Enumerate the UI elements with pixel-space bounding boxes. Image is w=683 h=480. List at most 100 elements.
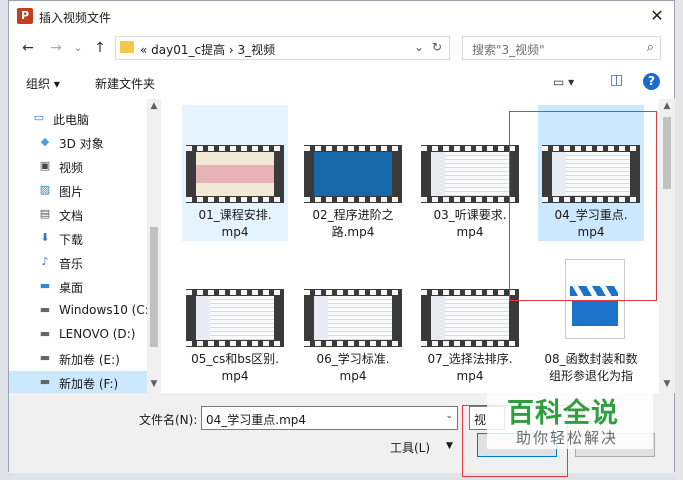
video-thumbnail <box>304 289 402 347</box>
file-item[interactable]: 01_课程安排. mp4 <box>182 105 288 241</box>
sidebar-scroll-thumb[interactable] <box>150 227 158 347</box>
files-scroll-down-arrow[interactable]: ▼ <box>660 379 674 389</box>
back-button[interactable]: ← <box>19 39 37 57</box>
sidebar-item[interactable]: ⬇ 下载 <box>9 227 147 250</box>
sidebar-item[interactable]: ▬ Windows10 (C: <box>9 299 149 322</box>
sidebar-item-label: 视频 <box>59 161 84 175</box>
watermark-logo-text: 百科全说 <box>507 398 619 429</box>
sidebar-item[interactable]: ▣ 视频 <box>9 155 147 178</box>
file-name: 02_程序进阶之 路.mp4 <box>302 207 404 241</box>
file-name-line: 01_课程安排. <box>198 208 272 222</box>
folder-icon <box>120 41 134 53</box>
files-scroll-thumb[interactable] <box>663 117 671 189</box>
file-item[interactable]: 03_听课要求. mp4 <box>417 105 523 241</box>
file-name: 05_cs和bs区别. mp4 <box>184 351 286 385</box>
recent-locations-button[interactable]: ⌄ <box>69 39 87 57</box>
search-input[interactable]: 搜索"3_视频" ⌕ <box>462 36 661 60</box>
file-name-line: 06_学习标准. <box>316 352 390 366</box>
file-name-line: 组形参退化为指 <box>548 369 633 383</box>
scroll-up-arrow[interactable]: ▲ <box>147 101 161 111</box>
drive-icon: ▬ <box>39 303 51 316</box>
forward-button[interactable]: → <box>47 39 65 57</box>
tools-button[interactable]: 工具(L) <box>390 439 430 456</box>
sidebar-item-label: 下载 <box>59 233 84 247</box>
chevron-down-icon[interactable]: ⌄ <box>445 411 453 421</box>
sidebar-item-label: LENOVO (D:) <box>59 327 136 341</box>
drive-icon: ▬ <box>39 375 51 388</box>
watermark: 百科全说 助你轻松解决 <box>487 385 653 449</box>
sidebar-item[interactable]: ▤ 文档 <box>9 203 147 226</box>
file-name-line: 08_函数封装和数 <box>544 352 638 366</box>
file-name: 08_函数封装和数 组形参退化为指 <box>540 351 642 385</box>
sidebar-item-label: 新加卷 (F:) <box>59 377 119 391</box>
video-thumbnail <box>421 289 519 347</box>
sidebar-item[interactable]: ▬ 新加卷 (F:) <box>9 371 147 393</box>
organize-button[interactable]: 组织 ▾ <box>26 75 60 92</box>
pc-icon: ▭ <box>33 111 45 124</box>
file-item[interactable]: 05_cs和bs区别. mp4 <box>182 249 288 385</box>
annotation-highlight-box <box>509 111 657 301</box>
sidebar-item[interactable]: ▬ 新加卷 (E:) <box>9 347 147 370</box>
sidebar-item-label: Windows10 (C: <box>59 303 149 317</box>
dialog-title: 插入视频文件 <box>39 11 112 25</box>
file-name-line: 路.mp4 <box>331 225 375 239</box>
sidebar-item[interactable]: ▨ 图片 <box>9 179 147 202</box>
address-dropdown-icon[interactable]: ⌄ <box>414 40 424 54</box>
file-list-scrollbar[interactable]: ▲ ▼ <box>659 99 675 393</box>
video-thumbnail <box>421 145 519 203</box>
powerpoint-icon: P <box>17 8 33 24</box>
refresh-icon[interactable]: ↻ <box>432 40 442 54</box>
file-name-line: 07_选择法排序. <box>427 352 513 366</box>
film-icon: ▣ <box>39 159 51 172</box>
file-name-line: mp4 <box>339 369 367 383</box>
sidebar-item[interactable]: ◆ 3D 对象 <box>9 131 147 154</box>
file-item[interactable]: 07_选择法排序. mp4 <box>417 249 523 385</box>
filename-value: 04_学习重点.mp4 <box>206 413 307 427</box>
music-icon: ♪ <box>41 255 49 268</box>
search-icon[interactable]: ⌕ <box>647 40 654 55</box>
sidebar-item[interactable]: ▭ 此电脑 <box>9 107 147 130</box>
navigation-pane: ▭ 此电脑 ◆ 3D 对象 ▣ 视频 ▨ 图片 ▤ 文档 ⬇ 下载 ♪ 音乐 ▬ 桌面 ▬ Windows10 (… <box>9 99 161 393</box>
scroll-down-arrow[interactable]: ▼ <box>147 379 161 389</box>
navigation-bar: ← → ⌄ ↑ « day01_c提高 › 3_视频 ⌄ ↻ 搜索"3_视频" … <box>9 31 674 65</box>
sidebar-item-label: 此电脑 <box>53 113 90 127</box>
files-scroll-up-arrow[interactable]: ▲ <box>660 101 674 111</box>
preview-pane-icon[interactable]: ◫ <box>610 72 623 88</box>
tools-dropdown-icon[interactable]: ▼ <box>446 441 453 451</box>
file-name-line: 02_程序进阶之 <box>312 208 394 222</box>
file-name: 07_选择法排序. mp4 <box>419 351 521 385</box>
close-button[interactable]: ✕ <box>640 1 674 31</box>
address-bar[interactable]: « day01_c提高 › 3_视频 ⌄ ↻ <box>115 36 450 60</box>
video-thumbnail <box>186 145 284 203</box>
drive-icon: ▬ <box>39 327 51 340</box>
up-button[interactable]: ↑ <box>91 39 109 57</box>
file-name-line: mp4 <box>221 369 249 383</box>
change-view-icon[interactable]: ▭ ▾ <box>553 75 574 89</box>
sidebar-item-label: 音乐 <box>59 257 84 271</box>
file-name-line: mp4 <box>221 225 249 239</box>
file-name-line: 05_cs和bs区别. <box>191 352 279 366</box>
search-placeholder: 搜索"3_视频" <box>472 43 545 57</box>
filename-field[interactable]: 04_学习重点.mp4 ⌄ <box>201 406 458 430</box>
sidebar-item-label: 图片 <box>59 185 84 199</box>
video-thumbnail <box>186 289 284 347</box>
help-icon[interactable]: ? <box>643 73 660 90</box>
file-name: 01_课程安排. mp4 <box>184 207 286 241</box>
picture-icon: ▨ <box>39 183 51 196</box>
file-item[interactable]: 06_学习标准. mp4 <box>300 249 406 385</box>
file-item[interactable]: 02_程序进阶之 路.mp4 <box>300 105 406 241</box>
desktop-icon: ▬ <box>39 279 51 292</box>
sidebar-item[interactable]: ▬ 桌面 <box>9 275 147 298</box>
file-name: 03_听课要求. mp4 <box>419 207 521 241</box>
breadcrumb[interactable]: « day01_c提高 › 3_视频 <box>140 41 275 58</box>
sidebar-item[interactable]: ♪ 音乐 <box>9 251 147 274</box>
file-name: 06_学习标准. mp4 <box>302 351 404 385</box>
document-icon: ▤ <box>39 207 51 220</box>
sidebar-scrollbar[interactable]: ▲ ▼ <box>147 99 161 393</box>
new-folder-button[interactable]: 新建文件夹 <box>95 75 155 92</box>
sidebar-item[interactable]: ▬ LENOVO (D:) <box>9 323 147 346</box>
sidebar-item-label: 桌面 <box>59 281 84 295</box>
sidebar-item-label: 3D 对象 <box>59 137 104 151</box>
filename-label: 文件名(N): <box>139 413 198 427</box>
background-window-edge <box>675 0 683 480</box>
